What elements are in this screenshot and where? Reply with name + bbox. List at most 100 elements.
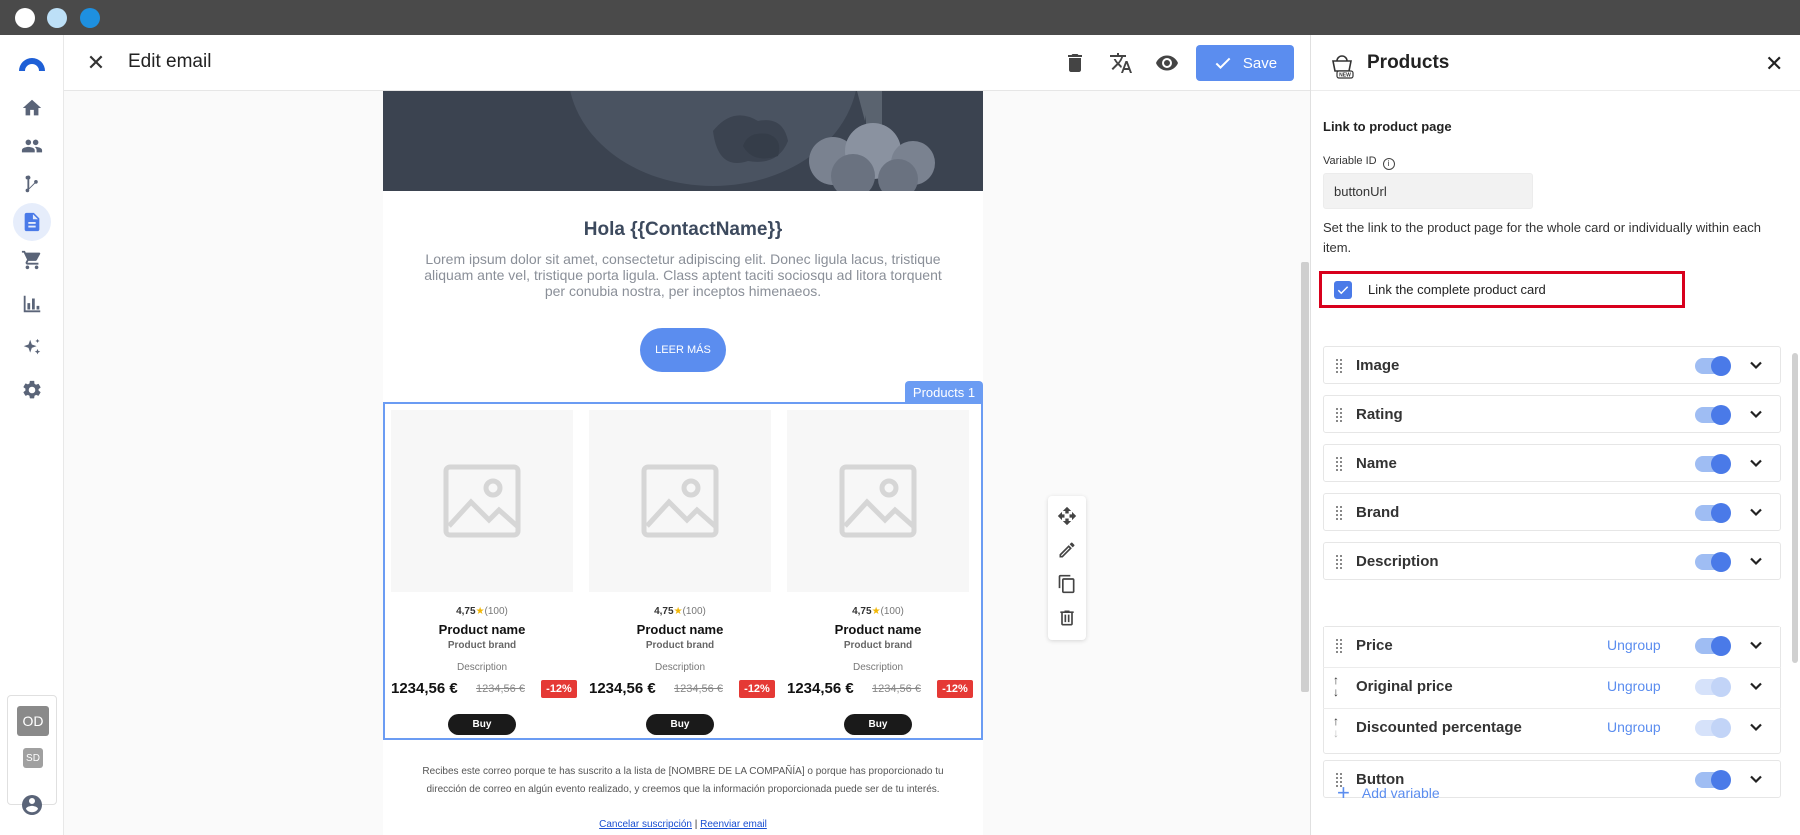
buy-button[interactable]: Buy [646, 714, 714, 735]
chevron-down-icon[interactable] [1748, 678, 1764, 694]
variable-toggle[interactable] [1695, 636, 1731, 656]
variable-row-name[interactable]: Name [1323, 444, 1781, 482]
hero-image[interactable] [383, 91, 983, 191]
read-more-button[interactable]: LEER MÁS [640, 328, 726, 372]
window-dot-white[interactable] [15, 8, 35, 28]
ai-sparkle-icon[interactable] [17, 333, 47, 363]
hero-illustration [383, 91, 983, 191]
ungroup-link[interactable]: Ungroup [1607, 719, 1661, 735]
variable-toggle[interactable] [1695, 503, 1731, 523]
panel-scrollbar[interactable] [1792, 353, 1798, 663]
drag-handle-icon[interactable] [1336, 639, 1344, 653]
add-variable-button[interactable]: + Add variable [1337, 780, 1440, 805]
link-complete-card-option[interactable]: Link the complete product card [1319, 271, 1685, 308]
info-icon[interactable]: i [1382, 158, 1395, 170]
translate-icon[interactable] [1108, 50, 1134, 76]
org-avatar-secondary[interactable]: SD [23, 748, 43, 768]
variable-toggle[interactable] [1695, 356, 1731, 376]
buy-button[interactable]: Buy [448, 714, 516, 735]
variable-toggle[interactable] [1695, 454, 1731, 474]
automation-flow-icon[interactable] [17, 169, 47, 199]
checkmark-icon [1337, 285, 1349, 294]
product-name: Product name [636, 622, 724, 637]
shopping-cart-icon[interactable] [17, 245, 47, 275]
org-avatar-primary[interactable]: OD [17, 706, 49, 736]
variable-toggle[interactable] [1695, 677, 1731, 697]
close-editor-icon[interactable]: ✕ [84, 50, 108, 75]
variable-row-image[interactable]: Image [1323, 346, 1781, 384]
variable-label: Price [1356, 637, 1393, 654]
variable-toggle[interactable] [1695, 405, 1731, 425]
chevron-down-icon[interactable] [1748, 637, 1764, 653]
product-card[interactable]: 4,75★(100) Product name Product brand De… [589, 410, 775, 740]
variable-row-price[interactable]: Price Ungroup [1323, 627, 1781, 667]
variable-row-discounted-percentage[interactable]: ↑ ↓ Discounted percentage Ungroup [1323, 709, 1781, 749]
chevron-down-icon[interactable] [1748, 455, 1764, 471]
window-dot-light-blue[interactable] [47, 8, 67, 28]
footer-disclaimer[interactable]: Recibes este correo porque te has suscri… [403, 763, 963, 799]
reorder-arrows-icon[interactable]: ↑ ↓ [1333, 674, 1345, 700]
unsubscribe-link[interactable]: Cancelar suscripción [599, 819, 692, 830]
variable-toggle[interactable] [1695, 552, 1731, 572]
edit-pencil-icon[interactable] [1057, 540, 1077, 560]
body-text[interactable]: Lorem ipsum dolor sit amet, consectetur … [421, 251, 945, 299]
save-button[interactable]: Save [1196, 45, 1294, 81]
link-complete-checkbox[interactable] [1334, 280, 1352, 299]
drag-handle-icon[interactable] [1336, 506, 1344, 520]
contacts-icon[interactable] [17, 131, 47, 161]
variable-id-input[interactable] [1323, 173, 1533, 209]
product-image-placeholder [589, 410, 771, 592]
chevron-down-icon[interactable] [1748, 357, 1764, 373]
delete-trash-icon[interactable] [1062, 50, 1088, 76]
products-block[interactable]: 4,75★(100) Product name Product brand De… [383, 402, 983, 740]
variable-toggle[interactable] [1695, 718, 1731, 738]
user-account-icon[interactable] [20, 793, 44, 817]
move-arrows-icon[interactable] [1057, 506, 1077, 526]
variable-row-rating[interactable]: Rating [1323, 395, 1781, 433]
drag-handle-icon[interactable] [1336, 359, 1344, 373]
editor-header: ✕ Edit email Save [64, 35, 1310, 91]
window-dot-blue[interactable] [80, 8, 100, 28]
left-sidebar: OD SD [0, 35, 64, 835]
variable-row-description[interactable]: Description [1323, 542, 1781, 580]
home-icon[interactable] [17, 93, 47, 123]
product-rating: 4,75★(100) [456, 606, 508, 617]
variable-row-brand[interactable]: Brand [1323, 493, 1781, 531]
products-new-icon: NEW [1332, 55, 1354, 79]
variable-label: Rating [1356, 406, 1403, 423]
drag-handle-icon[interactable] [1336, 408, 1344, 422]
products-block-tag[interactable]: Products 1 [905, 381, 983, 403]
drag-handle-icon[interactable] [1336, 457, 1344, 471]
canvas-scrollbar[interactable] [1301, 262, 1309, 692]
chevron-down-icon[interactable] [1748, 406, 1764, 422]
greeting-heading[interactable]: Hola {{ContactName}} [383, 219, 983, 241]
ungroup-link[interactable]: Ungroup [1607, 637, 1661, 653]
close-panel-icon[interactable]: ✕ [1765, 51, 1783, 77]
product-card[interactable]: 4,75★(100) Product name Product brand De… [391, 410, 577, 740]
variable-toggle[interactable] [1695, 770, 1731, 790]
forward-email-link[interactable]: Reenviar email [700, 819, 767, 830]
preview-eye-icon[interactable] [1154, 50, 1180, 76]
organization-switcher[interactable]: OD SD [7, 695, 57, 805]
drag-handle-icon[interactable] [1336, 555, 1344, 569]
plus-icon: + [1337, 780, 1350, 805]
app-logo-icon [19, 58, 45, 71]
ungroup-link[interactable]: Ungroup [1607, 678, 1661, 694]
duplicate-copy-icon[interactable] [1057, 574, 1077, 594]
chevron-down-icon[interactable] [1748, 504, 1764, 520]
settings-gear-icon[interactable] [17, 375, 47, 405]
product-original-price: 1234,56 € [872, 683, 921, 695]
analytics-bar-chart-icon[interactable] [17, 289, 47, 319]
chevron-down-icon[interactable] [1748, 771, 1764, 787]
reorder-arrows-icon[interactable]: ↑ ↓ [1333, 715, 1345, 741]
panel-title: Products [1367, 52, 1450, 73]
star-icon: ★ [871, 606, 881, 617]
product-card[interactable]: 4,75★(100) Product name Product brand De… [787, 410, 973, 740]
templates-document-icon[interactable] [13, 203, 51, 241]
variable-row-original-price[interactable]: ↑ ↓ Original price Ungroup [1323, 668, 1781, 708]
chevron-down-icon[interactable] [1748, 553, 1764, 569]
email-canvas[interactable]: Hola {{ContactName}} Lorem ipsum dolor s… [64, 91, 1310, 835]
delete-block-trash-icon[interactable] [1057, 608, 1077, 628]
buy-button[interactable]: Buy [844, 714, 912, 735]
chevron-down-icon[interactable] [1748, 719, 1764, 735]
